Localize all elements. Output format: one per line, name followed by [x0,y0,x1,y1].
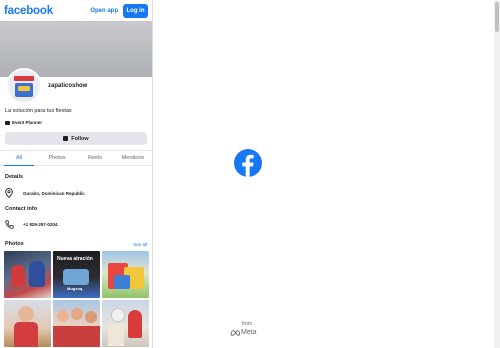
follow-icon [63,136,69,141]
location-pin-icon [5,188,17,198]
page: facebook Open app Log in zapaticoshow La… [0,0,500,348]
photo-grid: Nueva atración Mugsoq [0,251,152,347]
facebook-page-panel: facebook Open app Log in zapaticoshow La… [0,0,153,348]
tab-reels[interactable]: Reels [76,151,114,165]
avatar-art-detail [18,86,30,91]
photo-thumbnail-1[interactable] [4,251,51,298]
briefcase-icon [5,120,10,125]
see-all-photos-link[interactable]: See all [133,242,147,247]
page-category: Event Planner [0,118,152,127]
profile-avatar[interactable] [6,68,42,104]
tab-mentions[interactable]: Mentions [114,151,152,165]
open-app-link[interactable]: Open app [90,8,118,14]
tab-all[interactable]: All [0,151,38,166]
category-label: Event Planner [12,120,43,125]
follow-button[interactable]: Follow [5,132,147,145]
follow-label: Follow [71,135,89,142]
contact-title: Contact info [5,206,38,212]
top-bar: facebook Open app Log in [0,0,152,21]
photo-thumbnail-6[interactable] [102,300,149,347]
meta-infinity-icon [230,329,240,336]
page-name: zapaticoshow [48,83,88,89]
meta-label: Meta [241,329,257,336]
meta-logo: Meta [230,329,257,336]
tab-photos[interactable]: Photos [38,151,76,165]
page-bio: La solución para tus fiestas [5,108,72,114]
phone-text: +1 829-297-0204 [23,221,58,227]
details-title: Details [5,174,24,180]
location-row: Gurabo, Dominican Republic [0,188,152,198]
location-text: Gurabo, Dominican Republic [23,190,85,196]
photo-thumbnail-3[interactable] [102,251,149,298]
page-scrollbar[interactable] [494,0,500,348]
photo-overlay-text-2: Mugsoq [67,286,83,291]
photo-thumbnail-2[interactable]: Nueva atración Mugsoq [53,251,100,298]
phone-icon [5,219,17,229]
photos-title: Photos [5,241,24,247]
facebook-logo[interactable]: facebook [4,5,90,17]
photo-thumbnail-4[interactable] [4,300,51,347]
profile-header: zapaticoshow [0,68,152,107]
profile-tabs: All Photos Reels Mentions [0,150,152,166]
avatar-art-banner [14,76,34,81]
from-label: from [242,321,252,327]
photos-header: Photos See all [0,241,152,247]
photo-thumbnail-5[interactable] [53,300,100,347]
phone-row[interactable]: +1 829-297-0204 [0,219,152,229]
login-button[interactable]: Log in [123,3,148,18]
scrollbar-thumb[interactable] [495,2,499,32]
facebook-circle-logo-icon [234,149,262,177]
photo-overlay-text-1: Nueva atración [57,256,93,262]
